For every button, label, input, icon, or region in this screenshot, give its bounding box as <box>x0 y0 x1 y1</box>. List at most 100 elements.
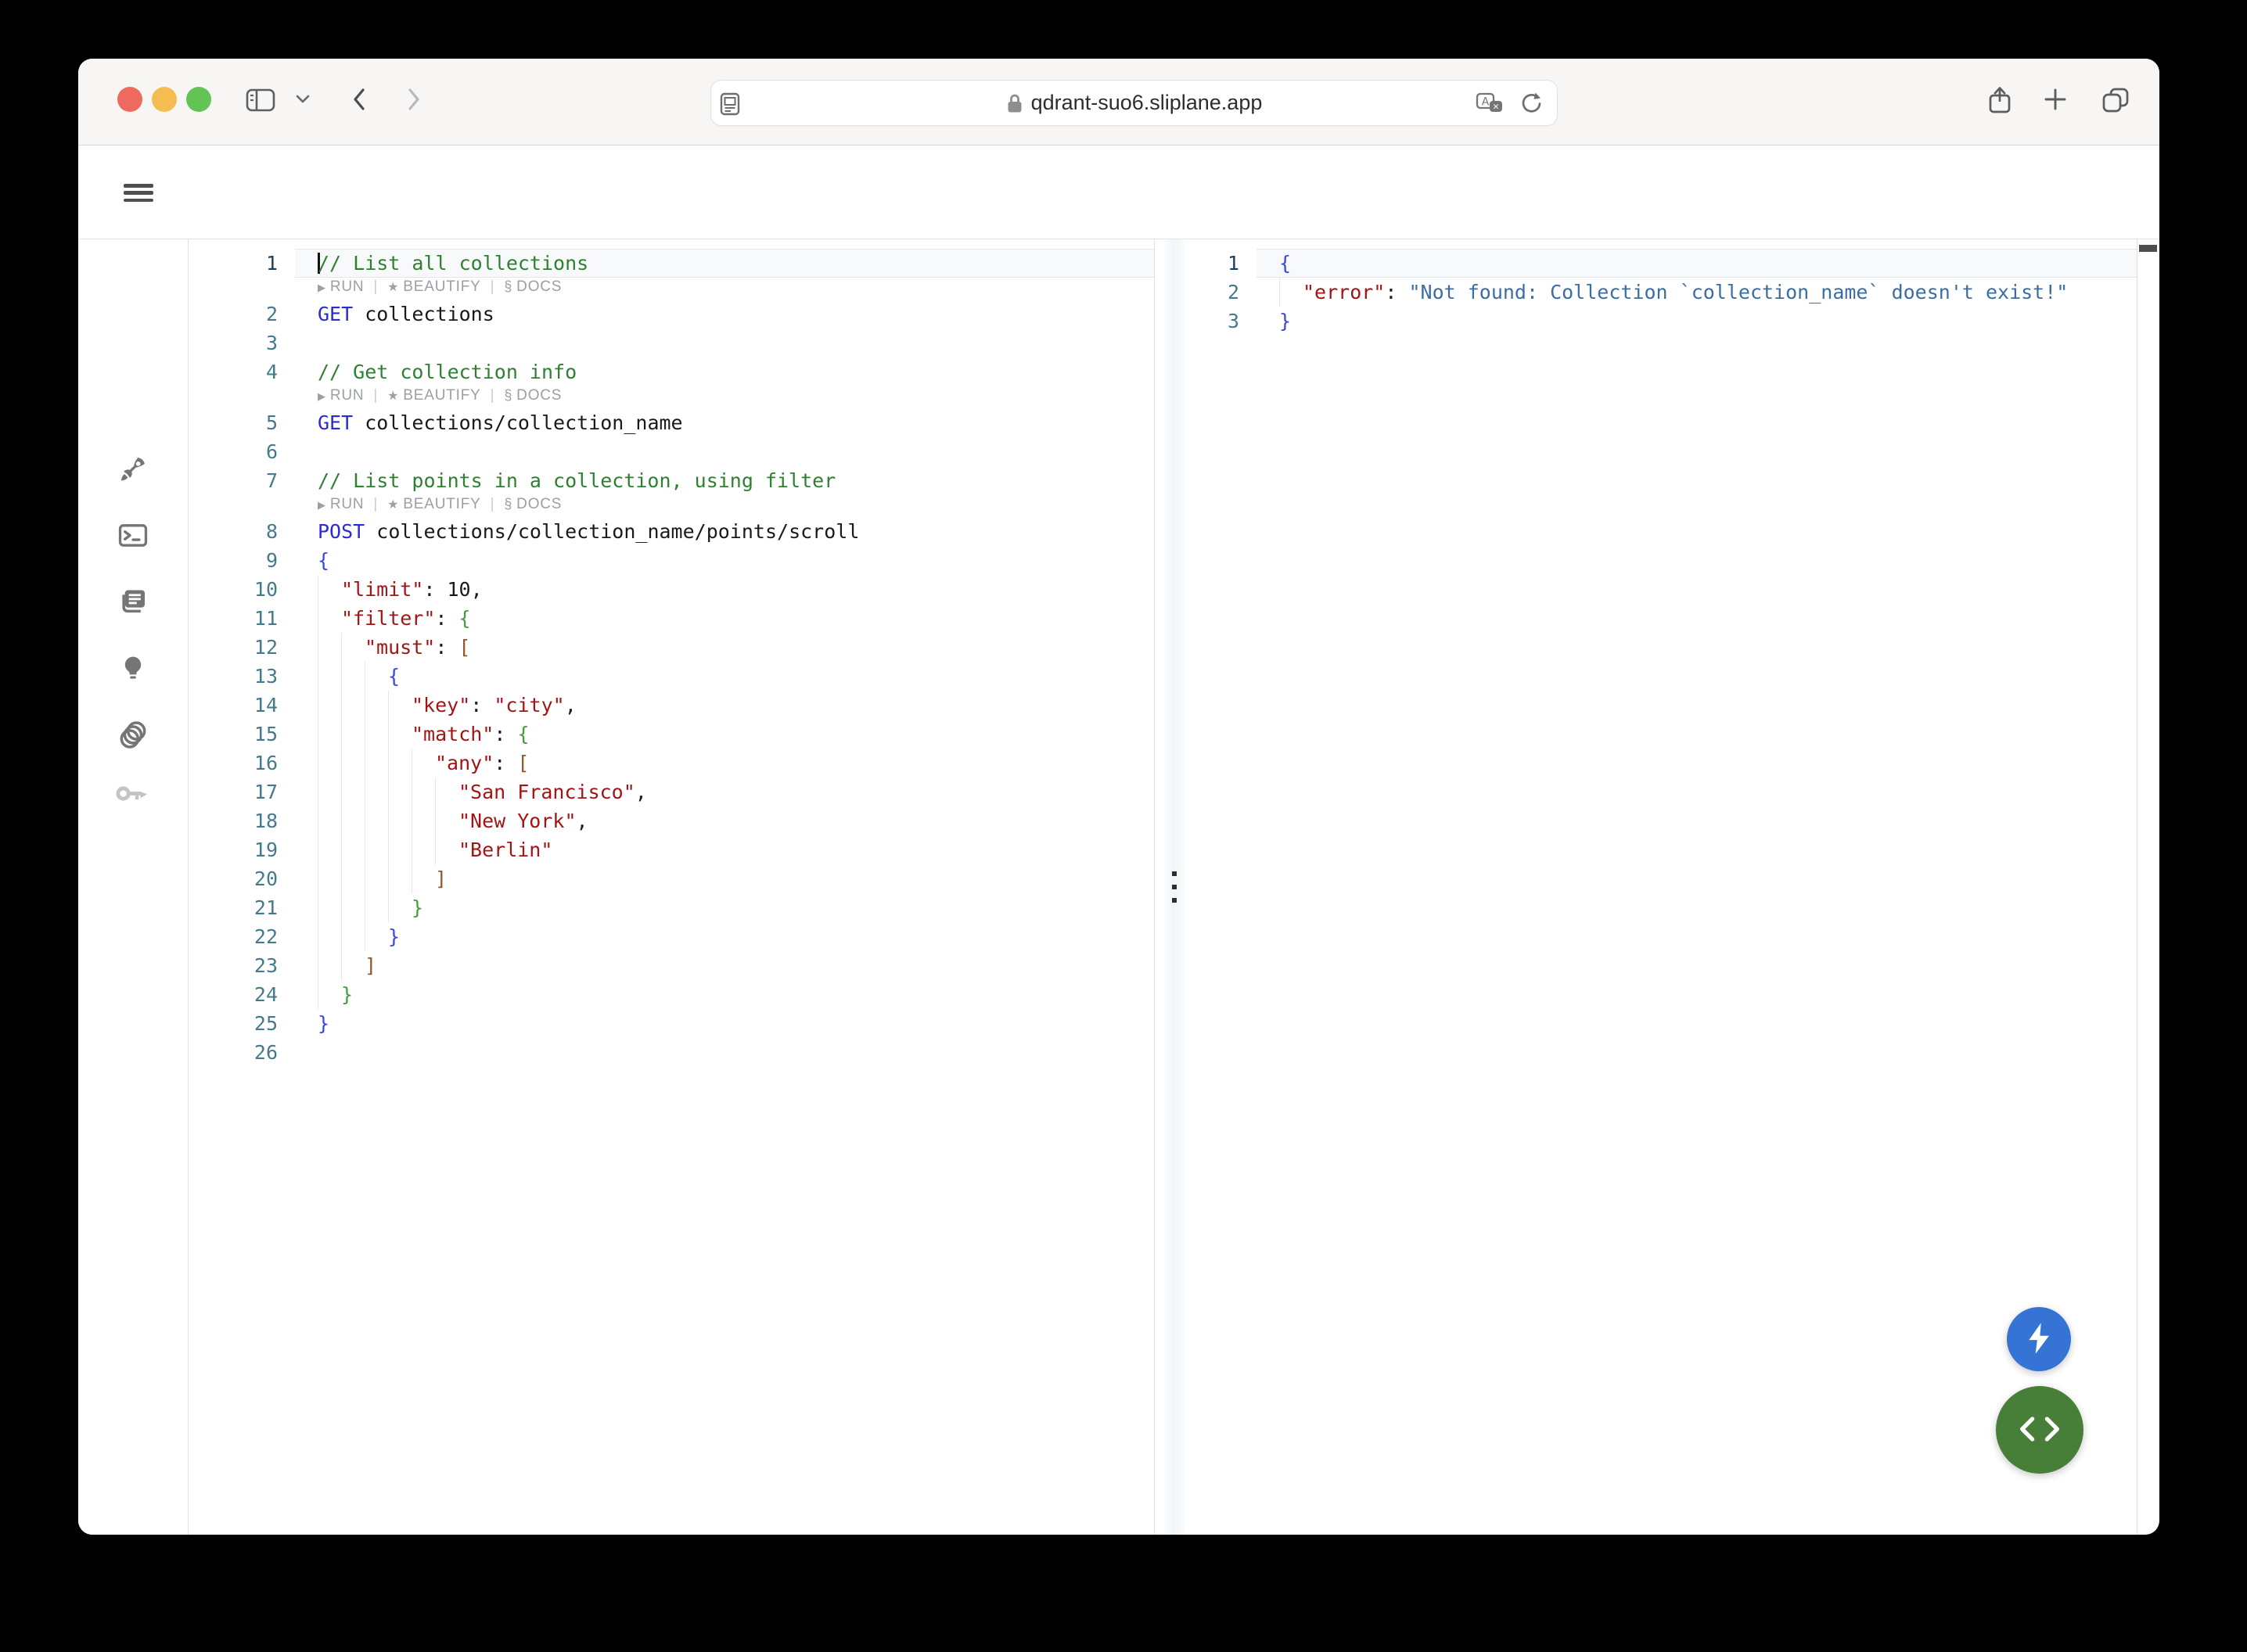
request-line-7[interactable]: 7// List points in a collection, using f… <box>189 466 1154 495</box>
request-line-6[interactable]: 6 <box>189 437 1154 466</box>
docs-icon: § <box>504 278 512 294</box>
run-icon: ▶ <box>318 499 326 511</box>
request-line-4[interactable]: 4// Get collection info <box>189 357 1154 386</box>
request-line-17[interactable]: 17"San Francisco", <box>189 778 1154 806</box>
separator: | <box>491 278 495 295</box>
request-line-2[interactable]: 2GET collections <box>189 300 1154 329</box>
request-line-5[interactable]: 5GET collections/collection_name <box>189 408 1154 437</box>
line-number: 6 <box>189 437 290 466</box>
forward-button[interactable] <box>407 88 421 113</box>
request-line-10[interactable]: 10"limit": 10, <box>189 575 1154 604</box>
request-line-24[interactable]: 24} <box>189 980 1154 1009</box>
share-button[interactable] <box>1987 85 2012 117</box>
line-number: 3 <box>1189 307 1252 336</box>
run-all-button[interactable] <box>2007 1307 2071 1371</box>
line-number: 3 <box>189 329 290 357</box>
code-text: ] <box>318 867 447 890</box>
run-button[interactable]: ▶RUN <box>318 496 364 512</box>
request-line-23[interactable]: 23] <box>189 951 1154 980</box>
code-text: // List points in a collection, using fi… <box>318 469 836 492</box>
request-line-22[interactable]: 22} <box>189 922 1154 951</box>
code-text: } <box>318 896 423 919</box>
beautify-icon: ★ <box>387 390 399 403</box>
sidebar-toggle-button[interactable] <box>246 88 275 115</box>
line-number: 24 <box>189 980 290 1009</box>
run-button[interactable]: ▶RUN <box>318 387 364 404</box>
response-line-1[interactable]: 1{ <box>1189 249 2137 278</box>
request-line-9[interactable]: 9{ <box>189 546 1154 575</box>
separator: | <box>373 496 378 512</box>
line-number: 2 <box>1189 278 1252 307</box>
run-button[interactable]: ▶RUN <box>318 278 364 295</box>
reload-button[interactable] <box>1519 91 1543 118</box>
forward-icon <box>407 88 421 113</box>
sidebar-item-datasets[interactable] <box>117 720 149 753</box>
sidebar-item-welcome[interactable] <box>118 454 148 487</box>
request-line-3[interactable]: 3 <box>189 329 1154 357</box>
indent-guide <box>341 633 342 662</box>
code-text: { <box>318 665 400 688</box>
request-actions: ▶RUN|★BEAUTIFY|§DOCS <box>318 493 562 515</box>
line-number: 1 <box>189 249 290 278</box>
menu-button[interactable] <box>124 184 153 202</box>
response-scrollbar-thumb[interactable] <box>2139 245 2157 252</box>
request-line-8[interactable]: 8POST collections/collection_name/points… <box>189 517 1154 546</box>
rocket-icon <box>118 475 148 487</box>
request-line-21[interactable]: 21} <box>189 893 1154 922</box>
docs-button[interactable]: §DOCS <box>504 278 562 295</box>
beautify-button[interactable]: ★BEAUTIFY <box>387 496 480 512</box>
code-text: } <box>1279 310 1291 332</box>
lightning-icon <box>2025 1321 2053 1358</box>
line-number: 20 <box>189 864 290 893</box>
docs-button[interactable]: §DOCS <box>504 387 562 404</box>
request-line-12[interactable]: 12"must": [ <box>189 633 1154 662</box>
request-line-26[interactable]: 26 <box>189 1038 1154 1067</box>
indent-guide <box>341 806 342 835</box>
back-button[interactable] <box>352 88 366 113</box>
code-text: GET collections/collection_name <box>318 411 683 434</box>
browser-toolbar: qdrant-suo6.sliplane.app A✕ <box>78 59 2159 145</box>
code-text: POST collections/collection_name/points/… <box>318 520 859 543</box>
sidebar-item-jwt[interactable] <box>116 784 150 806</box>
code-snippets-button[interactable] <box>1996 1386 2083 1474</box>
line-number: 9 <box>189 546 290 575</box>
indent-guide <box>341 691 342 720</box>
response-line-2[interactable]: 2"error": "Not found: Collection `collec… <box>1189 278 2137 307</box>
line-number: 21 <box>189 893 290 922</box>
code-text: { <box>318 549 329 572</box>
new-tab-button[interactable] <box>2044 88 2067 113</box>
minimize-button[interactable] <box>152 87 177 112</box>
request-line-1[interactable]: 1// List all collections <box>189 249 1154 278</box>
sidebar-item-console[interactable] <box>118 521 148 553</box>
request-editor[interactable]: 1// List all collections▶RUN|★BEAUTIFY|§… <box>189 239 1155 1535</box>
tab-overview-icon <box>2101 87 2130 116</box>
request-line-13[interactable]: 13{ <box>189 662 1154 691</box>
sidebar-item-tutorial[interactable] <box>120 655 146 685</box>
code-text: } <box>318 925 400 948</box>
request-line-14[interactable]: 14"key": "city", <box>189 691 1154 720</box>
translate-button[interactable]: A✕ <box>1476 91 1504 118</box>
zoom-button[interactable] <box>186 87 211 112</box>
beautify-button[interactable]: ★BEAUTIFY <box>387 387 480 404</box>
lock-icon <box>1006 92 1023 114</box>
beautify-button[interactable]: ★BEAUTIFY <box>387 278 480 295</box>
line-number: 25 <box>189 1009 290 1038</box>
request-line-18[interactable]: 18"New York", <box>189 806 1154 835</box>
request-line-11[interactable]: 11"filter": { <box>189 604 1154 633</box>
request-line-20[interactable]: 20] <box>189 864 1154 893</box>
docs-button[interactable]: §DOCS <box>504 496 562 512</box>
request-line-19[interactable]: 19"Berlin" <box>189 835 1154 864</box>
address-bar[interactable]: qdrant-suo6.sliplane.app A✕ <box>710 80 1558 126</box>
toolbar-chevron-button[interactable] <box>296 95 310 106</box>
tab-overview-button[interactable] <box>2101 87 2130 116</box>
sidebar-item-collections[interactable] <box>118 587 148 620</box>
close-button[interactable] <box>117 87 142 112</box>
code-icon <box>2018 1415 2062 1446</box>
pane-splitter[interactable] <box>1164 239 1185 1535</box>
response-viewer[interactable]: 1{2"error": "Not found: Collection `coll… <box>1189 239 2137 1535</box>
request-line-16[interactable]: 16"any": [ <box>189 749 1154 778</box>
request-line-15[interactable]: 15"match": { <box>189 720 1154 749</box>
url-display: qdrant-suo6.sliplane.app <box>711 81 1557 125</box>
response-line-3[interactable]: 3} <box>1189 307 2137 336</box>
request-line-25[interactable]: 25} <box>189 1009 1154 1038</box>
